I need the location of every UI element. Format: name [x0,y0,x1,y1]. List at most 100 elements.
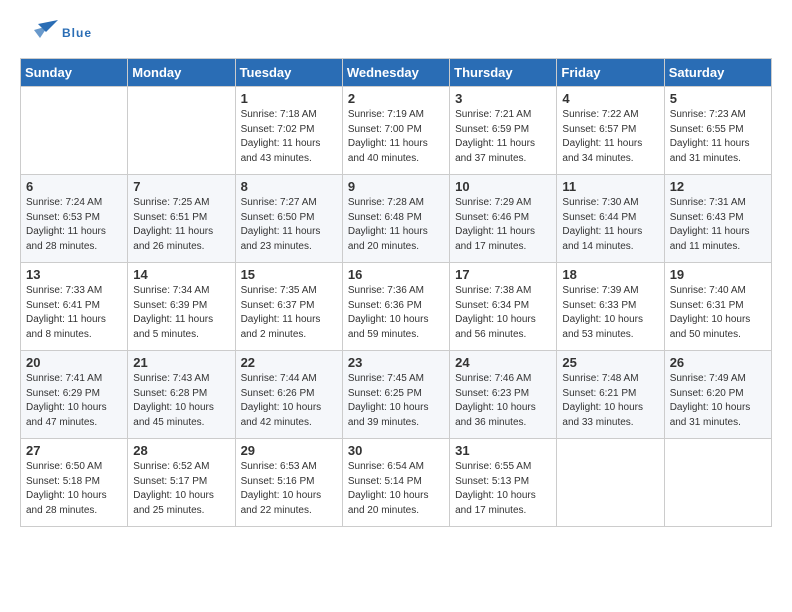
weekday-header-tuesday: Tuesday [235,59,342,87]
day-info: Sunrise: 7:21 AM Sunset: 6:59 PM Dayligh… [455,108,551,166]
logo-icon [20,20,58,48]
day-cell: 18 Sunrise: 7:39 AM Sunset: 6:33 PM Dayli… [557,263,664,351]
day-number: 11 [562,179,658,194]
week-row-2: 6 Sunrise: 7:24 AM Sunset: 6:53 PM Daylig… [21,175,772,263]
day-cell: 29Sunrise: 6:53 AM Sunset: 5:16 PM Dayli… [235,439,342,527]
day-info: Sunrise: 7:27 AM Sunset: 6:50 PM Dayligh… [241,196,337,254]
day-number: 4 [562,91,658,106]
day-number: 29 [241,443,337,458]
day-cell: 1 Sunrise: 7:18 AM Sunset: 7:02 PM Daylig… [235,87,342,175]
day-cell [128,87,235,175]
day-number: 15 [241,267,337,282]
day-info: Sunrise: 7:28 AM Sunset: 6:48 PM Dayligh… [348,196,444,254]
day-info: Sunrise: 7:41 AM Sunset: 6:29 PM Dayligh… [26,372,122,430]
day-cell: 6 Sunrise: 7:24 AM Sunset: 6:53 PM Daylig… [21,175,128,263]
day-number: 12 [670,179,766,194]
day-cell: 23Sunrise: 7:45 AM Sunset: 6:25 PM Dayli… [342,351,449,439]
day-number: 2 [348,91,444,106]
day-info: Sunrise: 6:54 AM Sunset: 5:14 PM Dayligh… [348,460,444,518]
day-number: 18 [562,267,658,282]
day-cell [21,87,128,175]
day-number: 30 [348,443,444,458]
day-cell: 4 Sunrise: 7:22 AM Sunset: 6:57 PM Daylig… [557,87,664,175]
day-info: Sunrise: 7:30 AM Sunset: 6:44 PM Dayligh… [562,196,658,254]
day-number: 19 [670,267,766,282]
day-cell: 10 Sunrise: 7:29 AM Sunset: 6:46 PM Dayli… [450,175,557,263]
day-number: 23 [348,355,444,370]
weekday-header-row: SundayMondayTuesdayWednesdayThursdayFrid… [21,59,772,87]
day-info: Sunrise: 7:34 AM Sunset: 6:39 PM Dayligh… [133,284,229,342]
day-number: 6 [26,179,122,194]
day-info: Sunrise: 6:52 AM Sunset: 5:17 PM Dayligh… [133,460,229,518]
day-cell: 31 Sunrise: 6:55 AM Sunset: 5:13 PM Dayli… [450,439,557,527]
weekday-header-wednesday: Wednesday [342,59,449,87]
day-number: 10 [455,179,551,194]
day-number: 31 [455,443,551,458]
day-cell [664,439,771,527]
day-info: Sunrise: 7:36 AM Sunset: 6:36 PM Dayligh… [348,284,444,342]
day-info: Sunrise: 7:46 AM Sunset: 6:23 PM Dayligh… [455,372,551,430]
week-row-3: 13 Sunrise: 7:33 AM Sunset: 6:41 PM Dayli… [21,263,772,351]
day-info: Sunrise: 7:31 AM Sunset: 6:43 PM Dayligh… [670,196,766,254]
day-cell: 28 Sunrise: 6:52 AM Sunset: 5:17 PM Dayli… [128,439,235,527]
day-cell: 11 Sunrise: 7:30 AM Sunset: 6:44 PM Dayli… [557,175,664,263]
day-cell: 20 Sunrise: 7:41 AM Sunset: 6:29 PM Dayli… [21,351,128,439]
day-cell: 19Sunrise: 7:40 AM Sunset: 6:31 PM Dayli… [664,263,771,351]
day-cell: 2 Sunrise: 7:19 AM Sunset: 7:00 PM Daylig… [342,87,449,175]
day-info: Sunrise: 7:19 AM Sunset: 7:00 PM Dayligh… [348,108,444,166]
day-cell: 22Sunrise: 7:44 AM Sunset: 6:26 PM Dayli… [235,351,342,439]
weekday-header-saturday: Saturday [664,59,771,87]
day-info: Sunrise: 7:44 AM Sunset: 6:26 PM Dayligh… [241,372,337,430]
day-cell: 5 Sunrise: 7:23 AM Sunset: 6:55 PM Daylig… [664,87,771,175]
day-info: Sunrise: 7:24 AM Sunset: 6:53 PM Dayligh… [26,196,122,254]
day-info: Sunrise: 7:22 AM Sunset: 6:57 PM Dayligh… [562,108,658,166]
day-number: 7 [133,179,229,194]
day-cell: 17Sunrise: 7:38 AM Sunset: 6:34 PM Dayli… [450,263,557,351]
page-header: Blue [20,20,772,48]
day-number: 1 [241,91,337,106]
day-info: Sunrise: 7:33 AM Sunset: 6:41 PM Dayligh… [26,284,122,342]
day-cell: 27 Sunrise: 6:50 AM Sunset: 5:18 PM Dayli… [21,439,128,527]
day-number: 20 [26,355,122,370]
week-row-5: 27 Sunrise: 6:50 AM Sunset: 5:18 PM Dayli… [21,439,772,527]
day-cell [557,439,664,527]
weekday-header-friday: Friday [557,59,664,87]
week-row-4: 20 Sunrise: 7:41 AM Sunset: 6:29 PM Dayli… [21,351,772,439]
day-number: 9 [348,179,444,194]
day-info: Sunrise: 7:48 AM Sunset: 6:21 PM Dayligh… [562,372,658,430]
day-cell: 21 Sunrise: 7:43 AM Sunset: 6:28 PM Dayli… [128,351,235,439]
logo-tagline: Blue [62,26,92,40]
day-number: 25 [562,355,658,370]
day-cell: 3Sunrise: 7:21 AM Sunset: 6:59 PM Daylig… [450,87,557,175]
day-number: 21 [133,355,229,370]
day-number: 28 [133,443,229,458]
day-cell: 25 Sunrise: 7:48 AM Sunset: 6:21 PM Dayli… [557,351,664,439]
day-number: 24 [455,355,551,370]
day-cell: 24 Sunrise: 7:46 AM Sunset: 6:23 PM Dayli… [450,351,557,439]
day-cell: 13 Sunrise: 7:33 AM Sunset: 6:41 PM Dayli… [21,263,128,351]
day-number: 26 [670,355,766,370]
day-info: Sunrise: 7:25 AM Sunset: 6:51 PM Dayligh… [133,196,229,254]
day-info: Sunrise: 6:50 AM Sunset: 5:18 PM Dayligh… [26,460,122,518]
day-info: Sunrise: 7:18 AM Sunset: 7:02 PM Dayligh… [241,108,337,166]
weekday-header-thursday: Thursday [450,59,557,87]
day-number: 27 [26,443,122,458]
weekday-header-sunday: Sunday [21,59,128,87]
day-cell: 16Sunrise: 7:36 AM Sunset: 6:36 PM Dayli… [342,263,449,351]
day-cell: 12 Sunrise: 7:31 AM Sunset: 6:43 PM Dayli… [664,175,771,263]
day-cell: 14Sunrise: 7:34 AM Sunset: 6:39 PM Dayli… [128,263,235,351]
day-info: Sunrise: 7:23 AM Sunset: 6:55 PM Dayligh… [670,108,766,166]
day-info: Sunrise: 7:38 AM Sunset: 6:34 PM Dayligh… [455,284,551,342]
day-info: Sunrise: 6:55 AM Sunset: 5:13 PM Dayligh… [455,460,551,518]
day-cell: 7 Sunrise: 7:25 AM Sunset: 6:51 PM Daylig… [128,175,235,263]
day-cell: 9 Sunrise: 7:28 AM Sunset: 6:48 PM Daylig… [342,175,449,263]
day-number: 5 [670,91,766,106]
day-info: Sunrise: 7:39 AM Sunset: 6:33 PM Dayligh… [562,284,658,342]
day-info: Sunrise: 7:49 AM Sunset: 6:20 PM Dayligh… [670,372,766,430]
day-cell: 26 Sunrise: 7:49 AM Sunset: 6:20 PM Dayli… [664,351,771,439]
day-info: Sunrise: 7:43 AM Sunset: 6:28 PM Dayligh… [133,372,229,430]
day-info: Sunrise: 7:29 AM Sunset: 6:46 PM Dayligh… [455,196,551,254]
day-info: Sunrise: 7:35 AM Sunset: 6:37 PM Dayligh… [241,284,337,342]
day-number: 13 [26,267,122,282]
week-row-1: 1 Sunrise: 7:18 AM Sunset: 7:02 PM Daylig… [21,87,772,175]
